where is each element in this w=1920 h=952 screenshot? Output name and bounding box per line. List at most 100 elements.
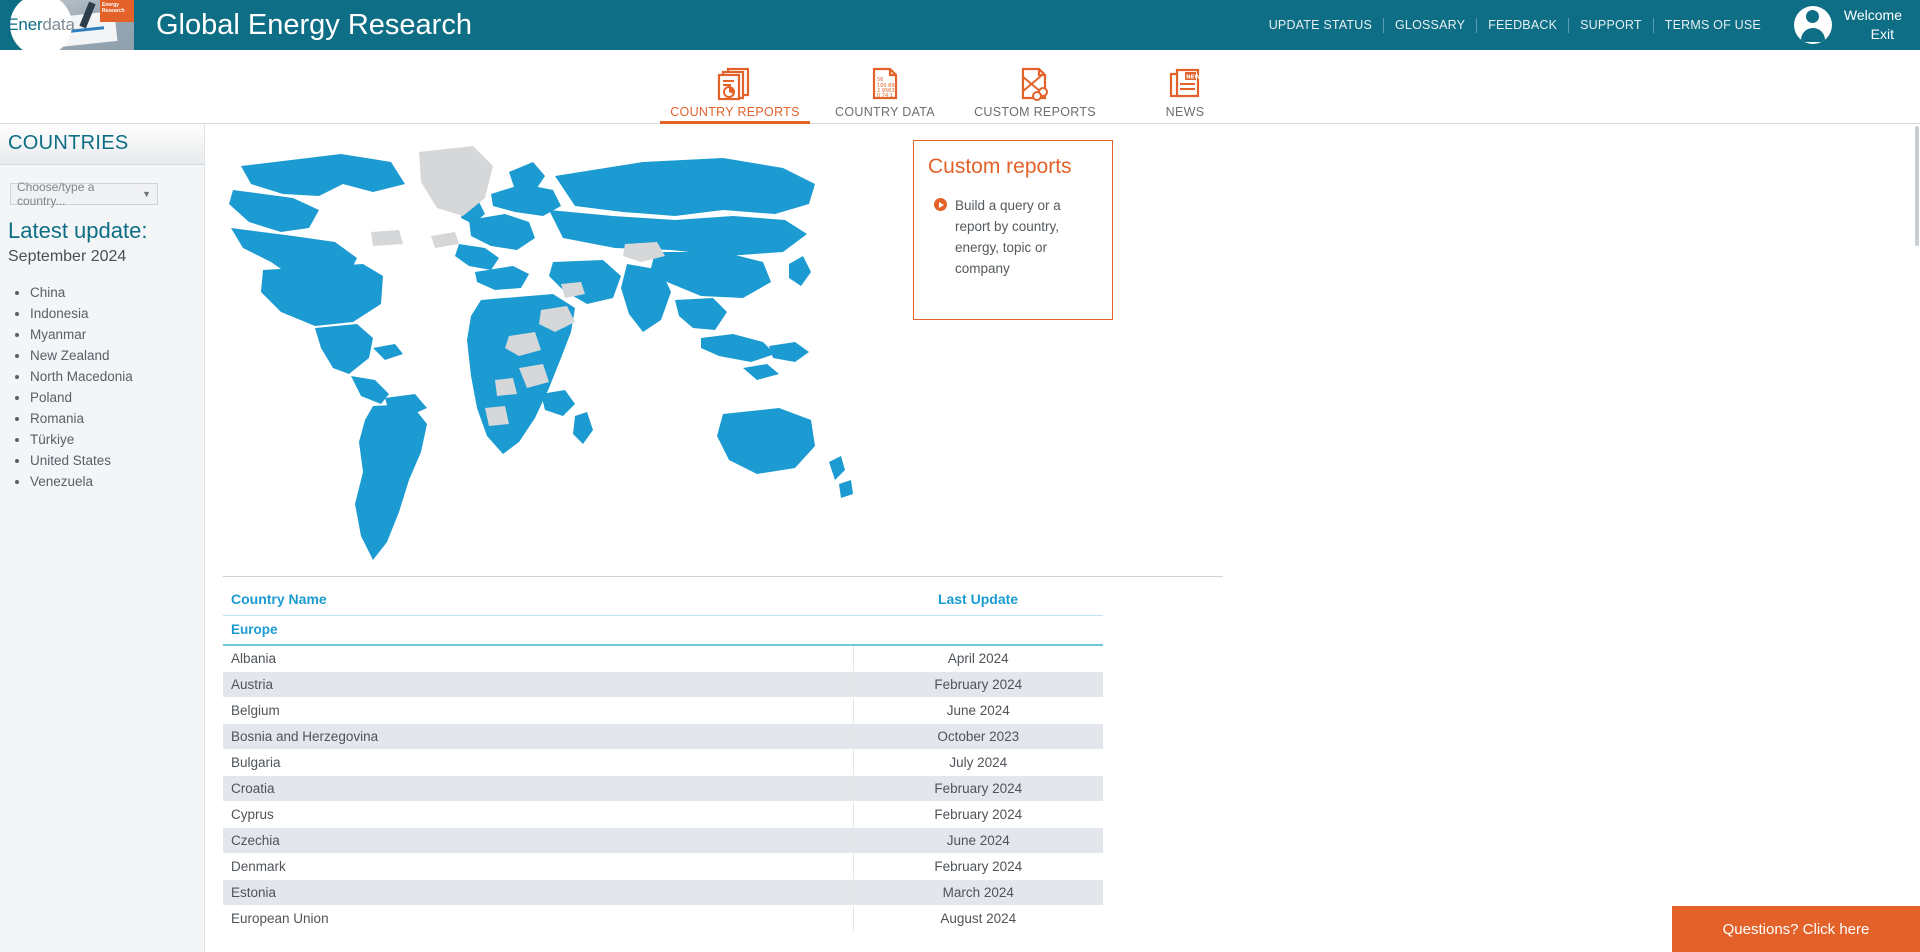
cell-update: August 2024 — [853, 905, 1103, 932]
nav-link-glossary[interactable]: GLOSSARY — [1384, 18, 1476, 32]
tab-country-reports[interactable]: COUNTRY REPORTS — [660, 51, 810, 124]
list-item[interactable]: Myanmar — [30, 324, 204, 345]
welcome-block: Welcome Exit — [1844, 6, 1902, 44]
divider — [223, 576, 1223, 577]
list-item[interactable]: Venezuela — [30, 471, 204, 492]
cell-update: June 2024 — [853, 827, 1103, 854]
page-scrollbar[interactable] — [1914, 124, 1920, 952]
page-body: COUNTRIES Choose/type a country... ▼ Lat… — [0, 124, 1920, 952]
latest-update-date: September 2024 — [8, 248, 127, 265]
tab-custom-reports[interactable]: CUSTOM REPORTS — [960, 51, 1110, 123]
table-row[interactable]: Estonia March 2024 — [223, 879, 1103, 906]
country-select-input[interactable]: Choose/type a country... ▼ — [10, 180, 158, 208]
exit-link[interactable]: Exit — [1871, 25, 1902, 44]
data-sheet-icon: 56 100 89 2 9563 0 74 1 — [869, 65, 901, 101]
welcome-text: Welcome — [1843, 7, 1902, 23]
logo-text: Enerdata — [7, 15, 75, 34]
cell-country[interactable]: European Union — [223, 905, 854, 932]
tab-label: COUNTRY DATA — [835, 105, 935, 119]
chevron-down-icon: ▼ — [142, 189, 151, 199]
table-row[interactable]: Bosnia and Herzegovina October 2023 — [223, 723, 1103, 750]
cell-country[interactable]: Croatia — [223, 775, 854, 802]
table-row[interactable]: Bulgaria July 2024 — [223, 749, 1103, 776]
site-title: Global Energy Research — [156, 8, 472, 41]
help-questions-button[interactable]: Questions? Click here — [1672, 906, 1920, 952]
country-reports-table-wrap: Country Name Last Update Europe Albania … — [223, 576, 1223, 932]
svg-text:0 74 1: 0 74 1 — [877, 93, 893, 99]
cell-country[interactable]: Albania — [223, 645, 854, 672]
nav-link-update-status[interactable]: UPDATE STATUS — [1258, 18, 1383, 32]
cell-country[interactable]: Denmark — [223, 853, 854, 880]
table-row[interactable]: Denmark February 2024 — [223, 853, 1103, 880]
cell-update: April 2024 — [853, 645, 1103, 672]
cell-country[interactable]: Czechia — [223, 827, 854, 854]
table-row[interactable]: Czechia June 2024 — [223, 827, 1103, 854]
tab-label: COUNTRY REPORTS — [670, 105, 800, 119]
sidebar-title: COUNTRIES — [8, 132, 129, 154]
svg-text:NEWS: NEWS — [1186, 75, 1202, 81]
list-item[interactable]: New Zealand — [30, 345, 204, 366]
latest-update-block: Latest update: September 2024 — [0, 205, 204, 269]
utility-nav: UPDATE STATUS GLOSSARY FEEDBACK SUPPORT … — [1258, 17, 1772, 33]
cell-update: February 2024 — [853, 853, 1103, 880]
cell-country[interactable]: Belgium — [223, 697, 854, 724]
tab-country-data[interactable]: 56 100 89 2 9563 0 74 1 COUNTRY DATA — [810, 51, 960, 123]
cell-country[interactable]: Estonia — [223, 879, 854, 906]
user-avatar-icon[interactable] — [1793, 6, 1832, 44]
cell-country[interactable]: Bosnia and Herzegovina — [223, 723, 854, 750]
nav-link-feedback[interactable]: FEEDBACK — [1477, 18, 1568, 32]
list-item[interactable]: Romania — [30, 408, 204, 429]
list-item[interactable]: China — [30, 282, 204, 303]
top-header-bar: Enerdata Energy Research Global Energy Re… — [0, 0, 1920, 56]
custom-reports-text: Build a query or a report by country, en… — [955, 198, 1061, 276]
custom-reports-title: Custom reports — [928, 155, 1072, 178]
list-item[interactable]: Indonesia — [30, 303, 204, 324]
cell-update: March 2024 — [853, 879, 1103, 906]
help-button-label: Questions? Click here — [1722, 920, 1870, 938]
cell-update: October 2023 — [853, 723, 1103, 750]
cell-country[interactable]: Bulgaria — [223, 749, 854, 776]
custom-reports-callout[interactable]: Custom reports Build a query or a report… — [913, 140, 1113, 320]
tab-label: CUSTOM REPORTS — [974, 105, 1096, 119]
countries-sidebar: COUNTRIES Choose/type a country... ▼ Lat… — [0, 124, 205, 952]
tab-label: NEWS — [1165, 105, 1205, 119]
table-row[interactable]: Belgium June 2024 — [223, 697, 1103, 724]
list-item[interactable]: North Macedonia — [30, 366, 204, 387]
cell-update: June 2024 — [853, 697, 1103, 724]
play-circle-icon — [934, 198, 947, 211]
documents-report-icon — [715, 65, 755, 101]
list-item[interactable]: Türkiye — [30, 429, 204, 450]
table-row[interactable]: Austria February 2024 — [223, 671, 1103, 698]
table-group-header-europe: Europe — [223, 615, 1103, 646]
newspaper-icon: NEWS — [1168, 65, 1202, 101]
main-nav-tabs: COUNTRY REPORTS 56 100 89 2 9563 0 74 1 … — [0, 50, 1920, 124]
list-item[interactable]: United States — [30, 450, 204, 471]
world-map[interactable] — [223, 132, 863, 562]
main-content: Custom reports Build a query or a report… — [205, 124, 1920, 952]
table-row[interactable]: Cyprus February 2024 — [223, 801, 1103, 828]
column-header-last-update[interactable]: Last Update — [853, 587, 1103, 616]
group-label: Europe — [223, 615, 1103, 646]
nav-link-support[interactable]: SUPPORT — [1569, 18, 1653, 32]
cell-country[interactable]: Austria — [223, 671, 854, 698]
cell-update: July 2024 — [853, 749, 1103, 776]
cell-country[interactable]: Cyprus — [223, 801, 854, 828]
recently-updated-country-list: China Indonesia Myanmar New Zealand Nort… — [0, 282, 204, 492]
sidebar-header: COUNTRIES — [0, 124, 204, 165]
tab-news[interactable]: NEWS NEWS — [1110, 51, 1260, 123]
table-row[interactable]: European Union August 2024 — [223, 905, 1103, 932]
column-header-country-name[interactable]: Country Name — [223, 587, 853, 616]
list-item[interactable]: Poland — [30, 387, 204, 408]
scissors-document-icon — [1016, 65, 1054, 101]
top-right-area: UPDATE STATUS GLOSSARY FEEDBACK SUPPORT … — [1258, 0, 1920, 50]
country-reports-table: Country Name Last Update Europe Albania … — [223, 587, 1103, 932]
table-row[interactable]: Croatia February 2024 — [223, 775, 1103, 802]
cell-update: February 2024 — [853, 671, 1103, 698]
nav-link-terms-of-use[interactable]: TERMS OF USE — [1654, 18, 1772, 32]
table-row[interactable]: Albania April 2024 — [223, 645, 1103, 672]
scrollbar-thumb[interactable] — [1915, 126, 1919, 246]
table-header-row: Country Name Last Update — [223, 587, 1103, 616]
cell-update: February 2024 — [853, 775, 1103, 802]
cell-update: February 2024 — [853, 801, 1103, 828]
latest-update-label: Latest update: — [8, 218, 148, 243]
